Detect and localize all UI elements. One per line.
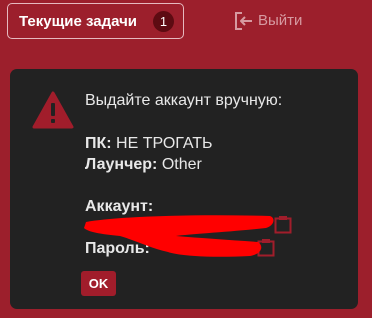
launcher-line: Лаунчер: Other xyxy=(85,156,202,174)
launcher-label: Лаунчер: xyxy=(85,156,158,173)
dialog-title: Выдайте аккаунт вручную: xyxy=(85,92,283,109)
pc-label: ПК: xyxy=(85,135,112,152)
ok-button[interactable]: OK xyxy=(81,271,116,296)
current-tasks-label: Текущие задачи xyxy=(19,13,138,30)
launcher-value: Other xyxy=(161,156,202,173)
warning-icon xyxy=(32,91,74,129)
current-tasks-button[interactable]: Текущие задачи 1 xyxy=(7,3,184,39)
tasks-count-badge: 1 xyxy=(153,11,174,32)
logout-label: Выйти xyxy=(258,12,303,29)
redaction-mark xyxy=(84,215,274,257)
logout-button[interactable]: Выйти xyxy=(234,11,302,31)
manual-account-dialog: Выдайте аккаунт вручную: ПК: НЕ ТРОГАТЬ … xyxy=(10,69,358,309)
pc-line: ПК: НЕ ТРОГАТЬ xyxy=(85,135,213,153)
pc-value: НЕ ТРОГАТЬ xyxy=(116,135,213,152)
logout-icon xyxy=(235,12,252,30)
top-bar: Текущие задачи 1 Выйти xyxy=(0,0,372,56)
